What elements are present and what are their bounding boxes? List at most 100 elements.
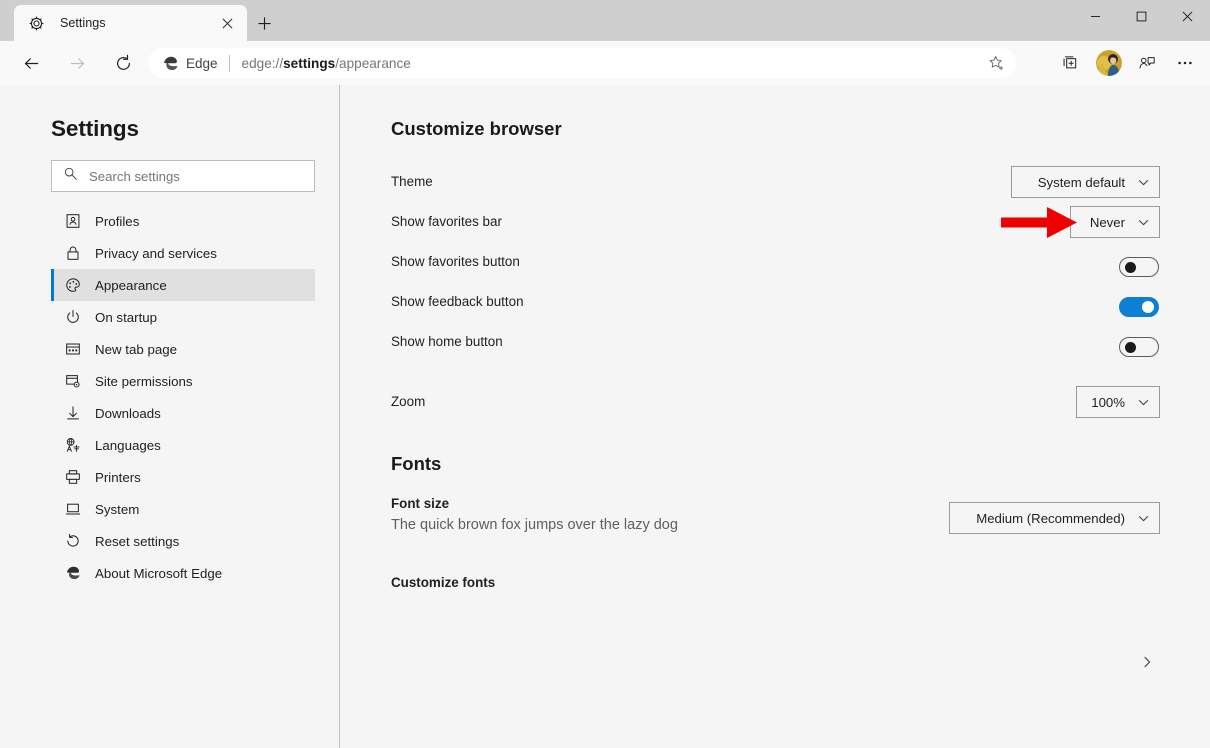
toggle-knob bbox=[1142, 301, 1154, 313]
sidebar-item-new-tab-page[interactable]: New tab page bbox=[51, 333, 315, 365]
omnibox-divider bbox=[228, 54, 230, 72]
font-size-dropdown-value: Medium (Recommended) bbox=[976, 510, 1125, 526]
customize-fonts-label: Customize fonts bbox=[391, 575, 496, 590]
sidebar-item-label: New tab page bbox=[95, 341, 178, 357]
sidebar-item-label: System bbox=[95, 501, 140, 517]
sidebar-item-label: Profiles bbox=[95, 213, 140, 229]
url-highlight: settings bbox=[283, 55, 336, 71]
font-size-dropdown[interactable]: Medium (Recommended) bbox=[949, 502, 1160, 534]
palette-icon bbox=[64, 277, 81, 294]
page-title: Settings bbox=[51, 116, 139, 141]
browser-toolbar: Edge edge://settings/appearance bbox=[0, 41, 1210, 85]
settings-content: Customize browser Theme System default S… bbox=[341, 85, 1210, 748]
sidebar-item-downloads[interactable]: Downloads bbox=[51, 397, 315, 429]
printer-icon bbox=[64, 469, 81, 486]
home-button-toggle[interactable] bbox=[1119, 337, 1159, 357]
search-placeholder: Search settings bbox=[89, 168, 180, 184]
zoom-dropdown[interactable]: 100% bbox=[1076, 386, 1160, 418]
edge-browser-window: Settings Edge edge://settings/appearance… bbox=[0, 0, 1210, 748]
forward-arrow-icon bbox=[60, 46, 94, 80]
settings-sidebar: Settings Search settings Profiles Privac… bbox=[0, 85, 340, 748]
languages-icon bbox=[64, 437, 81, 454]
window-controls bbox=[1072, 0, 1210, 32]
zoom-label: Zoom bbox=[391, 394, 426, 409]
close-icon[interactable] bbox=[215, 11, 239, 35]
sidebar-item-system[interactable]: System bbox=[51, 493, 315, 525]
toggle-knob bbox=[1125, 262, 1136, 273]
title-bar: Settings bbox=[0, 0, 1210, 41]
profile-avatar bbox=[1096, 50, 1122, 76]
chevron-down-icon bbox=[1137, 216, 1150, 229]
sidebar-item-on-startup[interactable]: On startup bbox=[51, 301, 315, 333]
feedback-button-toggle[interactable] bbox=[1119, 297, 1159, 317]
refresh-icon[interactable] bbox=[106, 46, 140, 80]
zoom-dropdown-value: 100% bbox=[1091, 394, 1125, 410]
favorites-bar-dropdown[interactable]: Never bbox=[1070, 206, 1160, 238]
url-suffix: /appearance bbox=[335, 55, 411, 71]
maximize-button[interactable] bbox=[1118, 0, 1164, 32]
address-bar[interactable]: Edge edge://settings/appearance bbox=[148, 48, 1016, 78]
favorite-star-icon[interactable] bbox=[982, 49, 1010, 77]
back-arrow-icon[interactable] bbox=[14, 46, 48, 80]
favorites-button-label: Show favorites button bbox=[391, 254, 520, 269]
reset-icon bbox=[64, 533, 81, 550]
sidebar-item-printers[interactable]: Printers bbox=[51, 461, 315, 493]
chevron-down-icon bbox=[1137, 396, 1150, 409]
favorites-bar-label: Show favorites bar bbox=[391, 214, 502, 229]
sidebar-item-about-microsoft-edge[interactable]: About Microsoft Edge bbox=[51, 557, 315, 589]
sidebar-item-label: On startup bbox=[95, 309, 158, 325]
sidebar-item-label: Printers bbox=[95, 469, 141, 485]
tab-title: Settings bbox=[60, 16, 106, 30]
power-icon bbox=[64, 309, 81, 326]
sidebar-item-profiles[interactable]: Profiles bbox=[51, 205, 315, 237]
gear-icon bbox=[28, 15, 45, 32]
sidebar-item-label: About Microsoft Edge bbox=[95, 565, 223, 581]
chevron-right-icon bbox=[1140, 655, 1154, 674]
chevron-down-icon bbox=[1137, 176, 1150, 189]
new-tab-button[interactable] bbox=[251, 10, 277, 36]
close-button[interactable] bbox=[1164, 0, 1210, 32]
newtabpage-icon bbox=[64, 341, 81, 358]
search-icon bbox=[63, 166, 78, 186]
favorites-bar-dropdown-value: Never bbox=[1089, 214, 1125, 230]
profiles-icon bbox=[64, 213, 81, 230]
font-sample-text: The quick brown fox jumps over the lazy … bbox=[391, 517, 678, 533]
sidebar-item-label: Languages bbox=[95, 437, 161, 453]
browser-tab-settings[interactable]: Settings bbox=[14, 5, 247, 41]
theme-label: Theme bbox=[391, 174, 433, 189]
settings-page: Settings Search settings Profiles Privac… bbox=[0, 85, 1210, 748]
feedback-button-label: Show feedback button bbox=[391, 294, 524, 309]
search-input[interactable]: Search settings bbox=[51, 160, 315, 192]
edge-logo-icon bbox=[64, 565, 81, 582]
url-text: edge://settings/appearance bbox=[242, 56, 978, 71]
section-heading-fonts: Fonts bbox=[391, 453, 442, 474]
sidebar-item-label: Site permissions bbox=[95, 373, 193, 389]
sidebar-item-label: Downloads bbox=[95, 405, 161, 421]
theme-dropdown[interactable]: System default bbox=[1011, 166, 1160, 198]
customize-fonts-chevron[interactable] bbox=[1136, 653, 1158, 675]
toolbar-actions bbox=[1052, 46, 1204, 80]
permissions-icon bbox=[64, 373, 81, 390]
sidebar-item-privacy-and-services[interactable]: Privacy and services bbox=[51, 237, 315, 269]
settings-nav-list: Profiles Privacy and services Appearance… bbox=[0, 205, 340, 589]
feedback-icon[interactable] bbox=[1128, 46, 1166, 80]
lock-icon bbox=[64, 245, 81, 262]
toggle-knob bbox=[1125, 342, 1136, 353]
sidebar-item-appearance[interactable]: Appearance bbox=[51, 269, 315, 301]
download-icon bbox=[64, 405, 81, 422]
avatar[interactable] bbox=[1090, 46, 1128, 80]
more-options-icon[interactable] bbox=[1166, 46, 1204, 80]
minimize-button[interactable] bbox=[1072, 0, 1118, 32]
edge-brand: Edge bbox=[162, 55, 218, 72]
chevron-down-icon bbox=[1137, 512, 1150, 525]
edge-brand-label: Edge bbox=[186, 55, 218, 71]
sidebar-item-label: Appearance bbox=[95, 277, 167, 293]
sidebar-item-languages[interactable]: Languages bbox=[51, 429, 315, 461]
system-icon bbox=[64, 501, 81, 518]
home-button-label: Show home button bbox=[391, 334, 503, 349]
sidebar-item-site-permissions[interactable]: Site permissions bbox=[51, 365, 315, 397]
collections-icon[interactable] bbox=[1052, 46, 1090, 80]
favorites-button-toggle[interactable] bbox=[1119, 257, 1159, 277]
section-heading-customize-browser: Customize browser bbox=[391, 118, 562, 139]
sidebar-item-reset-settings[interactable]: Reset settings bbox=[51, 525, 315, 557]
